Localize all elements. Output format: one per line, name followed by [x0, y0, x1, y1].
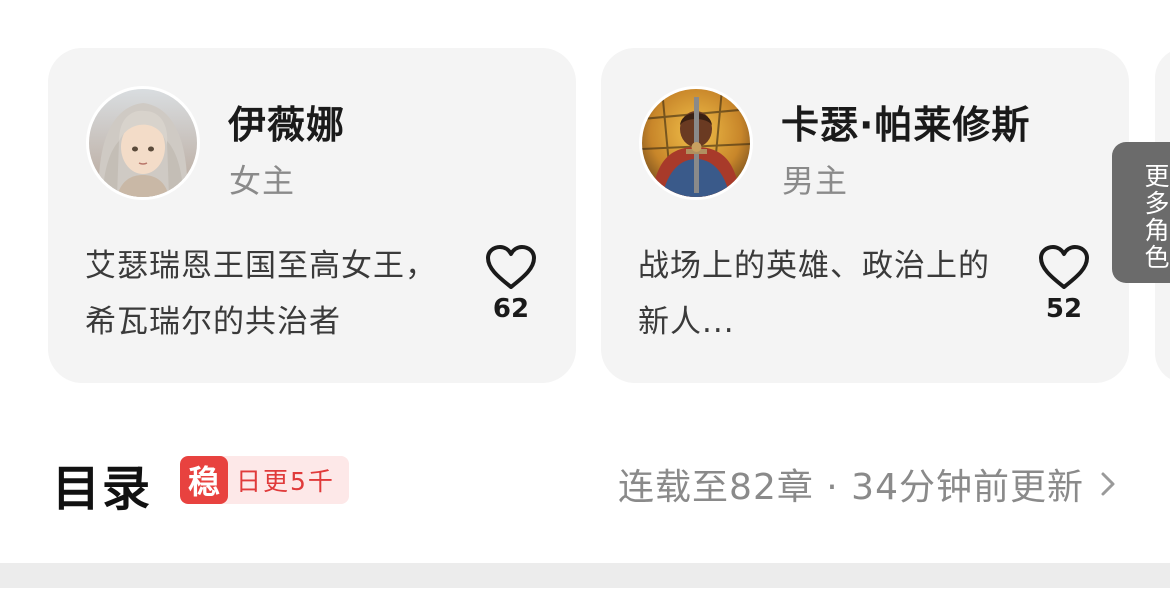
- character-description: 战场上的英雄、政治上的新人...: [638, 248, 990, 340]
- character-description: 艾瑟瑞恩王国至高女王，希瓦瑞尔的共治者: [85, 248, 437, 340]
- character-card-cassius[interactable]: 卡瑟·帕莱修斯 男主 战场上的英雄、政治上的新人... 52: [601, 48, 1129, 383]
- character-name: 伊薇娜: [228, 103, 346, 147]
- character-avatar: [86, 86, 200, 200]
- heart-icon: [1039, 245, 1089, 289]
- update-frequency-badge: 稳 日更5千: [180, 456, 349, 504]
- stable-stamp: 稳: [180, 456, 228, 504]
- like-button[interactable]: 52: [1035, 244, 1093, 324]
- section-divider: [0, 563, 1170, 588]
- catalog-title: 目录: [52, 461, 153, 517]
- character-role: 女主: [229, 162, 296, 200]
- like-button[interactable]: 62: [482, 244, 540, 324]
- character-avatar: [639, 86, 753, 200]
- heart-icon: [486, 245, 536, 289]
- character-name: 卡瑟·帕莱修斯: [781, 103, 1031, 147]
- character-card-ivena[interactable]: 伊薇娜 女主 艾瑟瑞恩王国至高女王，希瓦瑞尔的共治者 62: [48, 48, 576, 383]
- character-role: 男主: [782, 162, 849, 200]
- badge-text: 日更5千: [236, 467, 335, 496]
- like-count: 52: [1045, 294, 1083, 324]
- chevron-right-icon[interactable]: [1098, 470, 1118, 498]
- like-count: 62: [492, 294, 530, 324]
- update-info-link[interactable]: 连载至82章 · 34分钟前更新: [618, 458, 1084, 510]
- page: 伊薇娜 女主 艾瑟瑞恩王国至高女王，希瓦瑞尔的共治者 62 卡瑟·帕莱修斯 男主…: [0, 0, 1170, 598]
- more-roles-button[interactable]: 更多角色: [1112, 142, 1170, 283]
